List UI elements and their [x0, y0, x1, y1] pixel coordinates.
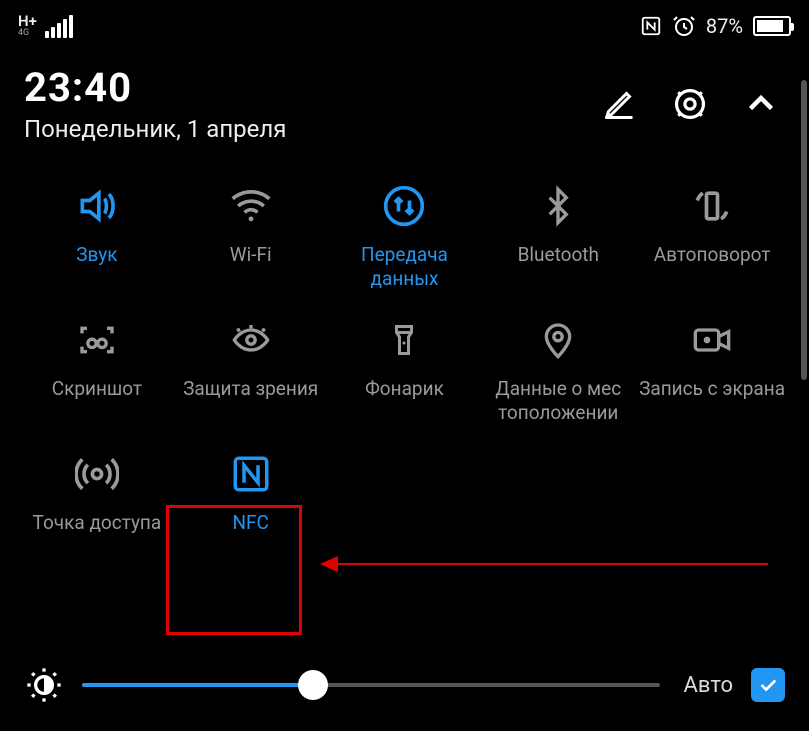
battery-fill	[757, 20, 783, 32]
tile-flashlight[interactable]: Фонарик	[328, 317, 482, 427]
tile-label: Фонарик	[365, 377, 444, 401]
eye-icon	[228, 317, 274, 363]
network-indicator: H+ 4G	[18, 14, 37, 38]
brightness-icon	[24, 665, 64, 705]
status-bar: H+ 4G 87%	[0, 0, 809, 44]
clock-time: 23:40	[24, 64, 286, 111]
auto-brightness-label: Авто	[684, 673, 733, 698]
data-transfer-icon	[381, 183, 427, 229]
tile-label: Данные о мес тоположении	[483, 377, 633, 425]
tile-label: Звук	[76, 243, 117, 267]
scroll-indicator[interactable]	[801, 80, 807, 380]
tile-hotspot[interactable]: Точка доступа	[20, 451, 174, 561]
collapse-icon[interactable]	[743, 86, 779, 122]
slider-thumb[interactable]	[298, 670, 328, 700]
tile-nfc[interactable]: NFC	[174, 451, 328, 561]
status-right: 87%	[640, 14, 791, 38]
quick-tiles-grid: Звук Wi-Fi Передача данных	[0, 153, 809, 561]
nfc-status-icon	[640, 15, 662, 37]
panel-header: 23:40 Понедельник, 1 апреля	[0, 44, 809, 153]
flashlight-icon	[381, 317, 427, 363]
record-icon	[689, 317, 735, 363]
edit-icon[interactable]	[601, 86, 637, 122]
tile-label: Скриншот	[52, 377, 142, 401]
tile-location[interactable]: Данные о мес тоположении	[481, 317, 635, 427]
tile-label: Запись с экрана	[639, 377, 785, 401]
annotation-arrow-line	[338, 563, 768, 565]
clock-date: Понедельник, 1 апреля	[24, 115, 286, 143]
battery-icon	[753, 16, 791, 36]
tile-label: Точка доступа	[33, 511, 162, 535]
status-left: H+ 4G	[18, 14, 73, 38]
tile-wifi[interactable]: Wi-Fi	[174, 183, 328, 293]
auto-brightness-checkbox[interactable]	[751, 668, 785, 702]
volume-icon	[74, 183, 120, 229]
battery-percent-label: 87%	[706, 14, 743, 38]
nfc-icon	[228, 451, 274, 497]
tile-bluetooth[interactable]: Bluetooth	[481, 183, 635, 293]
tile-label: Bluetooth	[518, 243, 599, 267]
tile-screenshot[interactable]: Скриншот	[20, 317, 174, 427]
location-icon	[535, 317, 581, 363]
bluetooth-icon	[535, 183, 581, 229]
tile-eye-comfort[interactable]: Защита зрения	[174, 317, 328, 427]
alarm-icon	[672, 14, 696, 38]
screenshot-icon	[74, 317, 120, 363]
tile-mobile-data[interactable]: Передача данных	[328, 183, 482, 293]
tile-label: Защита зрения	[183, 377, 318, 401]
tile-label: NFC	[232, 511, 268, 535]
signal-bars-icon	[45, 15, 73, 38]
tile-screen-record[interactable]: Запись с экрана	[635, 317, 789, 427]
tile-label: Wi-Fi	[230, 243, 272, 267]
wifi-icon	[228, 183, 274, 229]
tile-sound[interactable]: Звук	[20, 183, 174, 293]
slider-fill	[82, 683, 313, 687]
hotspot-icon	[74, 451, 120, 497]
settings-icon[interactable]	[671, 85, 709, 123]
tile-autorotate[interactable]: Автоповорот	[635, 183, 789, 293]
tile-label: Передача данных	[329, 243, 479, 291]
rotate-icon	[689, 183, 735, 229]
network-type-label: H+	[18, 14, 37, 28]
brightness-slider[interactable]	[82, 683, 660, 687]
header-actions	[601, 85, 779, 123]
time-date-block: 23:40 Понедельник, 1 апреля	[24, 64, 286, 143]
tile-label: Автоповорот	[654, 243, 771, 267]
brightness-row: Авто	[0, 655, 809, 715]
